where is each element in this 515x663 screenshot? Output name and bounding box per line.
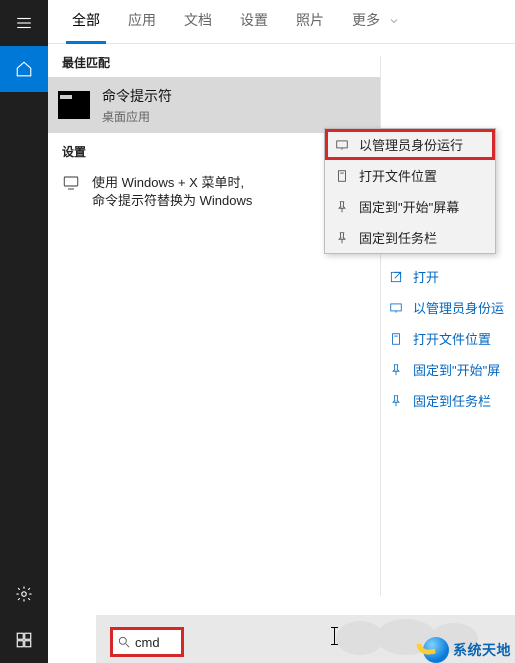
preview-open-location[interactable]: 打开文件位置 (381, 323, 515, 354)
setting-text-line1: 使用 Windows + X 菜单时, (92, 174, 252, 192)
search-bar: cmd 系统天地 (96, 615, 515, 663)
preview-run-admin[interactable]: 以管理员身份运 (381, 292, 515, 323)
ctx-run-admin[interactable]: 以管理员身份运行 (325, 129, 495, 160)
tab-photos[interactable]: 照片 (282, 0, 338, 44)
preview-open[interactable]: 打开 (381, 261, 515, 292)
sidebar (0, 0, 48, 663)
tab-more[interactable]: 更多 (338, 0, 414, 44)
start-button[interactable] (0, 617, 48, 663)
text-cursor-icon (334, 627, 335, 645)
tab-more-label: 更多 (352, 12, 380, 28)
ctx-pin-taskbar[interactable]: 固定到任务栏 (325, 222, 495, 253)
ctx-pin-start[interactable]: 固定到"开始"屏幕 (325, 191, 495, 222)
preview-pin-taskbar[interactable]: 固定到任务栏 (381, 385, 515, 416)
home-button[interactable] (0, 46, 48, 92)
setting-text-line2: 命令提示符替换为 Windows (92, 192, 252, 210)
search-value: cmd (135, 635, 160, 650)
context-menu: 以管理员身份运行 打开文件位置 固定到"开始"屏幕 固定到任务栏 (324, 128, 496, 254)
monitor-icon (62, 174, 80, 197)
settings-button[interactable] (0, 571, 48, 617)
tab-apps[interactable]: 应用 (114, 0, 170, 44)
ctx-open-location[interactable]: 打开文件位置 (325, 160, 495, 191)
tab-settings[interactable]: 设置 (226, 0, 282, 44)
globe-icon (423, 637, 449, 663)
search-input[interactable]: cmd (110, 627, 184, 657)
watermark: 系统天地 (423, 637, 511, 663)
preview-pin-start[interactable]: 固定到"开始"屏 (381, 354, 515, 385)
search-icon (117, 635, 131, 649)
cmd-icon (58, 91, 90, 119)
filter-tabs: 全部 应用 文档 设置 照片 更多 (48, 0, 515, 44)
best-match-title: 命令提示符 (102, 86, 172, 106)
best-match-subtitle: 桌面应用 (102, 108, 172, 125)
tab-docs[interactable]: 文档 (170, 0, 226, 44)
menu-button[interactable] (0, 0, 48, 46)
chevron-down-icon (388, 12, 400, 28)
tab-all[interactable]: 全部 (58, 0, 114, 44)
